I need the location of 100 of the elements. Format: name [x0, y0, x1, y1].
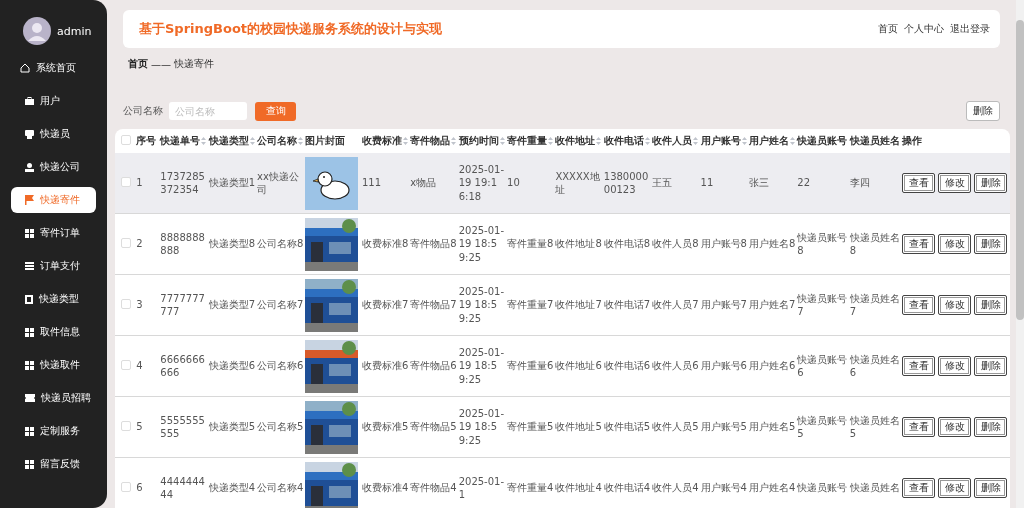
- sidebar-item[interactable]: 快递公司: [11, 154, 96, 180]
- row-action-button[interactable]: 修改: [938, 417, 972, 437]
- table-cell: 李四: [849, 176, 870, 190]
- sort-icon[interactable]: [201, 137, 207, 145]
- table-cell: 6: [136, 481, 143, 495]
- table-cell: 寄件物品7: [410, 298, 457, 312]
- row-action-button[interactable]: 修改: [938, 173, 972, 193]
- row-action-button[interactable]: 查看: [902, 295, 936, 315]
- row-checkbox[interactable]: [121, 482, 131, 492]
- row-action-button[interactable]: 删除: [974, 478, 1008, 498]
- sort-icon[interactable]: [499, 137, 505, 145]
- sidebar-item[interactable]: 系统首页: [11, 55, 96, 81]
- row-action-button[interactable]: 修改: [938, 234, 972, 254]
- row-action-button[interactable]: 修改: [938, 356, 972, 376]
- row-action-button[interactable]: 删除: [974, 356, 1008, 376]
- row-action-button[interactable]: 修改: [938, 295, 972, 315]
- sort-icon[interactable]: [249, 137, 255, 145]
- table-cell: 公司名称4: [257, 481, 304, 495]
- sidebar-item[interactable]: 快递类型: [11, 286, 96, 312]
- sidebar-item[interactable]: 订单支付: [11, 253, 96, 279]
- scrollbar[interactable]: [1016, 0, 1024, 508]
- grid-icon: [25, 360, 34, 370]
- header-link[interactable]: 个人中心: [904, 22, 944, 36]
- table-cell: 收件电话4: [603, 481, 651, 495]
- sidebar-item[interactable]: 快递员招聘: [11, 385, 96, 411]
- column-header: 快递员账号: [797, 134, 848, 148]
- row-action-button[interactable]: 删除: [974, 417, 1008, 437]
- sort-icon[interactable]: [451, 137, 457, 145]
- breadcrumb-current: 快递寄件: [174, 57, 214, 71]
- row-action-button[interactable]: 删除: [974, 234, 1008, 254]
- table-cell: 寄件物品5: [410, 420, 457, 434]
- table-cell: 快递类型6: [208, 359, 256, 373]
- column-header: 快递员姓名: [849, 134, 900, 148]
- table-cell: 收费标准4: [361, 481, 409, 495]
- row-checkbox[interactable]: [121, 238, 131, 248]
- sidebar-item[interactable]: 快递员: [11, 121, 96, 147]
- sort-icon[interactable]: [644, 137, 650, 145]
- table-cell: 快递类型1: [208, 176, 256, 190]
- sidebar-item[interactable]: 取件信息: [11, 319, 96, 345]
- breadcrumb-link[interactable]: 首页: [128, 57, 148, 71]
- table-cell-text: 8888888888: [160, 230, 206, 258]
- row-checkbox[interactable]: [121, 360, 131, 370]
- search-label: 公司名称: [123, 104, 163, 118]
- column-header: 收件地址: [555, 134, 596, 148]
- header-link[interactable]: 退出登录: [950, 22, 990, 36]
- table-cell: 11: [700, 176, 714, 190]
- table-cell: 寄件重量8: [507, 237, 554, 251]
- column-header: 公司名称: [257, 134, 298, 148]
- list-icon: [25, 262, 34, 270]
- sort-icon[interactable]: [789, 137, 795, 145]
- table-cell: 2025-01-19 18:59:25: [458, 406, 506, 448]
- delete-button[interactable]: 删除: [966, 101, 1000, 121]
- table-cell-text: 5555555555: [160, 413, 206, 441]
- row-action-button[interactable]: 删除: [974, 295, 1008, 315]
- column-header: 图片封面: [305, 134, 346, 148]
- select-all-checkbox[interactable]: [121, 135, 131, 145]
- sort-icon[interactable]: [402, 137, 408, 145]
- sort-icon[interactable]: [741, 137, 747, 145]
- grid-icon: [25, 228, 34, 238]
- row-checkbox[interactable]: [121, 421, 131, 431]
- column-header: 序号: [136, 134, 157, 148]
- row-action-button[interactable]: 修改: [938, 478, 972, 498]
- sort-icon[interactable]: [596, 137, 602, 145]
- row-action-button[interactable]: 查看: [902, 173, 936, 193]
- table-cell: 王五: [652, 176, 673, 190]
- row-action-button[interactable]: 查看: [902, 356, 936, 376]
- table-cell-text: 444444444: [160, 474, 206, 502]
- table-cell-text: 138000000123: [603, 169, 650, 197]
- row-action-button[interactable]: 查看: [902, 478, 936, 498]
- grid-icon: [25, 426, 34, 436]
- sidebar-item[interactable]: 用户: [11, 88, 96, 114]
- row-action-button[interactable]: 删除: [974, 173, 1008, 193]
- row-checkbox[interactable]: [121, 177, 131, 187]
- table-cell: 寄件重量5: [507, 420, 554, 434]
- table-cell: 1: [136, 176, 143, 190]
- sidebar-item[interactable]: 寄件订单: [11, 220, 96, 246]
- column-header: 寄件物品: [410, 134, 451, 148]
- table-cell: 寄件重量7: [507, 298, 554, 312]
- table-cell: 收件地址7: [555, 298, 602, 312]
- column-header: 收件电话: [603, 134, 644, 148]
- table-cell: 快递员账号5: [797, 413, 848, 441]
- table-cell: 5: [136, 420, 143, 434]
- row-action-button[interactable]: 查看: [902, 417, 936, 437]
- sort-icon[interactable]: [298, 137, 304, 145]
- table-cell: 2025-01-1: [458, 474, 506, 502]
- table-cell: 22: [797, 176, 810, 190]
- sort-icon[interactable]: [693, 137, 699, 145]
- row-action-button[interactable]: 查看: [902, 234, 936, 254]
- table-cell: 公司名称8: [257, 237, 304, 251]
- sort-icon[interactable]: [548, 137, 554, 145]
- sidebar-item[interactable]: 定制服务: [11, 418, 96, 444]
- table-cell: 收件人员5: [652, 420, 699, 434]
- sidebar-item[interactable]: 快递取件: [11, 352, 96, 378]
- avatar: [23, 17, 51, 45]
- row-checkbox[interactable]: [121, 299, 131, 309]
- header-link[interactable]: 首页: [878, 22, 898, 36]
- table-cell: 收件地址8: [555, 237, 602, 251]
- table-cell: 快递员账号7: [797, 291, 848, 319]
- table-cell: 收件地址4: [555, 481, 602, 495]
- sidebar-item[interactable]: 留言反馈: [11, 451, 96, 477]
